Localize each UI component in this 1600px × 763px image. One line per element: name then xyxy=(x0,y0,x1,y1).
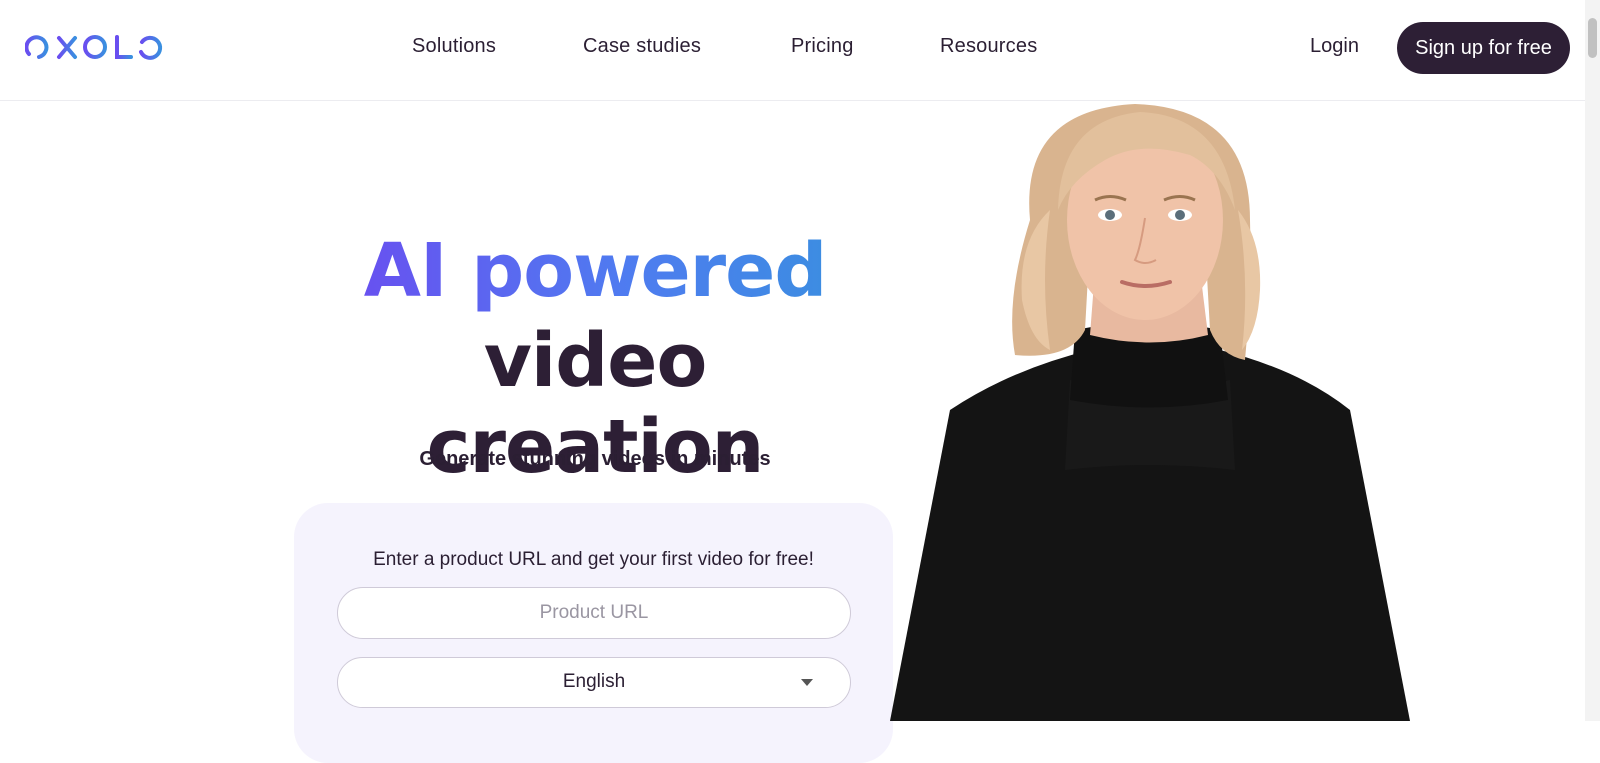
nav-case-studies[interactable]: Case studies xyxy=(583,35,701,58)
hero-headline-accent: AI powered xyxy=(335,228,855,314)
product-url-input[interactable] xyxy=(337,587,851,639)
chevron-down-icon xyxy=(801,679,813,686)
logo-mark-icon xyxy=(25,35,163,60)
card-prompt: Enter a product URL and get your first v… xyxy=(373,549,814,570)
nav-solutions[interactable]: Solutions xyxy=(412,35,496,58)
presenter-avatar-image xyxy=(890,104,1410,721)
site-header: Solutions Case studies Pricing Resources… xyxy=(0,0,1585,101)
nav-pricing[interactable]: Pricing xyxy=(791,35,854,58)
language-selected-value: English xyxy=(562,671,626,692)
signup-button[interactable]: Sign up for free xyxy=(1397,22,1570,74)
page-scrollbar[interactable] xyxy=(1585,0,1600,721)
language-select[interactable]: English xyxy=(337,657,851,708)
scrollbar-thumb[interactable] xyxy=(1588,18,1597,58)
login-link[interactable]: Login xyxy=(1310,35,1359,58)
oxolo-logo[interactable] xyxy=(25,30,175,64)
hero-subheadline: Generate stunning videos in minutes xyxy=(419,448,771,470)
nav-resources[interactable]: Resources xyxy=(940,35,1037,58)
